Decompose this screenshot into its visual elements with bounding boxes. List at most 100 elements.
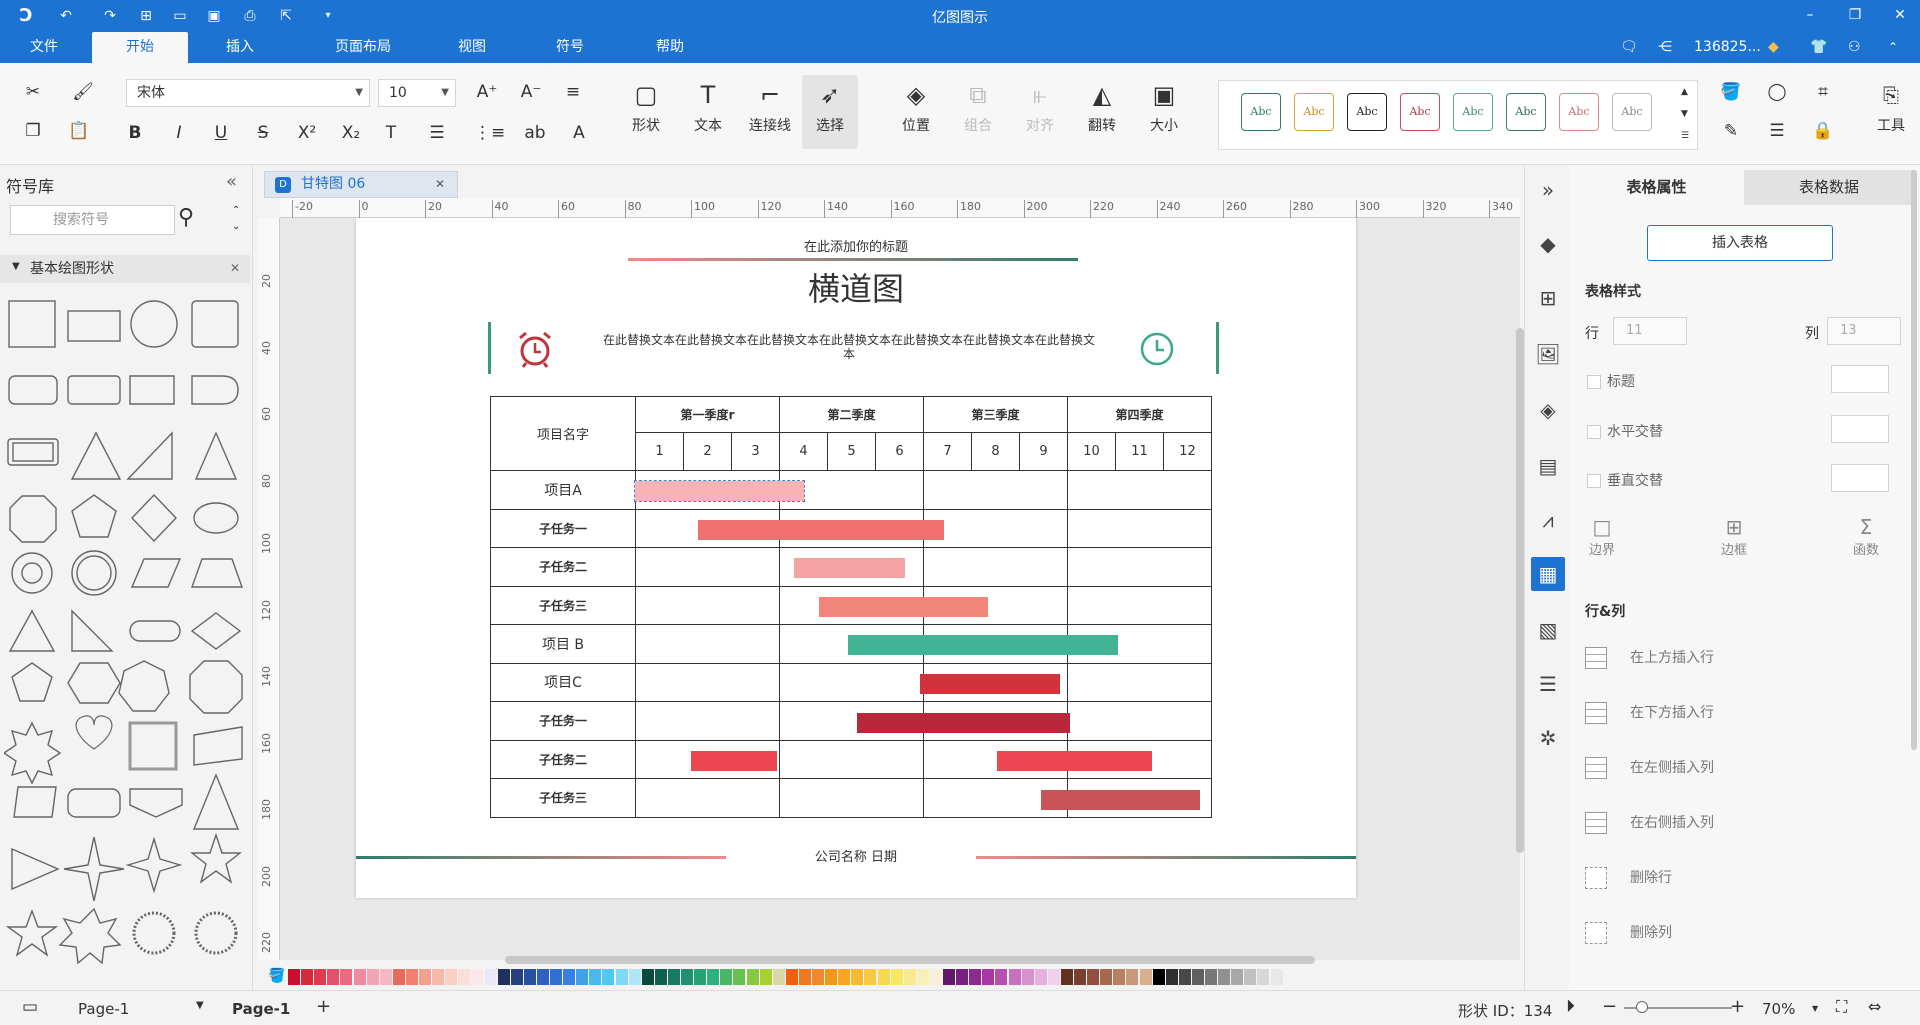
color-swatch[interactable] [1218, 969, 1231, 985]
month-cell[interactable]: 11 [1115, 432, 1164, 471]
style-preset-5[interactable]: Abc [1453, 93, 1493, 131]
select-tool[interactable]: ➶ 选择 [802, 75, 858, 149]
font-color-icon[interactable]: A [566, 120, 592, 146]
restore-icon[interactable]: ❐ [1843, 4, 1867, 26]
color-swatch[interactable] [1191, 969, 1204, 985]
cut-icon[interactable]: ✂ [20, 79, 46, 105]
gantt-cell[interactable] [1067, 547, 1212, 587]
quarter-header[interactable]: 第四季度 [1067, 396, 1212, 433]
gantt-cell[interactable] [1067, 585, 1212, 625]
color-swatch[interactable] [327, 969, 340, 985]
color-swatch[interactable] [1087, 969, 1100, 985]
footer-text[interactable]: 公司名称 日期 [356, 846, 1356, 865]
color-swatch[interactable] [523, 969, 536, 985]
color-swatch[interactable] [1244, 969, 1257, 985]
color-swatch[interactable] [916, 969, 929, 985]
shape-tool[interactable]: ▢ 形状 [618, 75, 674, 149]
color-swatch[interactable] [628, 969, 641, 985]
color-swatch[interactable] [1178, 969, 1191, 985]
row-label-cell[interactable]: 子任务三 [490, 585, 636, 625]
color-swatch[interactable] [445, 969, 458, 985]
collapse-ribbon-icon[interactable]: ⌃ [1888, 32, 1898, 63]
dropdown-arrow-icon[interactable]: ▼ [441, 80, 449, 106]
gantt-bar-6[interactable] [857, 712, 1070, 733]
alarm-clock-icon[interactable] [516, 330, 554, 368]
gantt-cell[interactable] [635, 547, 780, 587]
gantt-cell[interactable] [1067, 470, 1212, 510]
gantt-cell[interactable] [923, 547, 1068, 587]
close-category-icon[interactable]: ✕ [230, 261, 240, 275]
color-swatch[interactable] [1270, 969, 1283, 985]
color-swatch[interactable] [340, 969, 353, 985]
gantt-bar-9[interactable] [1040, 789, 1201, 810]
row-label-cell[interactable]: 项目A [490, 470, 636, 510]
format-panel-icon[interactable]: ☰ [1531, 667, 1565, 701]
tab-table-data[interactable]: 表格数据 [1744, 170, 1914, 205]
edge-button[interactable]: □ 边界 [1579, 515, 1625, 558]
function-button[interactable]: Σ 函数 [1843, 515, 1889, 558]
quarter-header[interactable]: 第三季度 [923, 396, 1068, 433]
link-panel-icon[interactable]: ✲ [1531, 721, 1565, 755]
text-tool[interactable]: T 文本 [680, 75, 736, 149]
format-painter-icon[interactable]: 🖌 [70, 79, 96, 105]
group-tool[interactable]: ⧉ 组合 [950, 75, 1006, 149]
color-swatch[interactable] [707, 969, 720, 985]
month-cell[interactable]: 1 [635, 432, 684, 471]
apps-icon[interactable]: ⚇ [1848, 32, 1861, 63]
gantt-bar-8[interactable] [997, 751, 1152, 772]
delete-row-button[interactable]: 删除行 [1585, 863, 1672, 893]
vip-icon[interactable]: ◆ [1768, 32, 1779, 63]
hcross-checkbox[interactable] [1587, 425, 1601, 439]
position-tool[interactable]: ◈ 位置 [888, 75, 944, 149]
row-label-cell[interactable]: 子任务二 [490, 547, 636, 587]
color-swatch[interactable] [471, 969, 484, 985]
fit-page-icon[interactable]: ⛶ [1836, 997, 1847, 1017]
month-cell[interactable]: 8 [971, 432, 1020, 471]
month-cell[interactable]: 12 [1163, 432, 1212, 471]
shrink-font-icon[interactable]: A⁻ [518, 79, 544, 105]
frame-button[interactable]: ⊞ 边框 [1711, 515, 1757, 558]
line-style-icon[interactable]: ☰ [1764, 118, 1790, 144]
month-cell[interactable]: 10 [1067, 432, 1116, 471]
color-swatch[interactable] [353, 969, 366, 985]
menu-page-layout[interactable]: 页面布局 [318, 32, 408, 63]
insert-row-below-button[interactable]: 在下方插入行 [1585, 698, 1714, 728]
zoom-dropdown-icon[interactable]: ▼ [1812, 1004, 1818, 1013]
subscript-icon[interactable]: X₂ [338, 120, 364, 146]
delete-col-button[interactable]: 删除列 [1585, 918, 1672, 948]
color-swatch[interactable] [405, 969, 418, 985]
data-panel-icon[interactable]: ▧ [1531, 613, 1565, 647]
grid-panel-icon[interactable]: ⊞ [1531, 281, 1565, 315]
table-panel-icon[interactable]: ▦ [1531, 557, 1565, 591]
close-icon[interactable]: ✕ [1888, 4, 1912, 26]
gantt-bar-2[interactable] [794, 558, 906, 579]
color-palette[interactable]: 🪣 [258, 966, 1520, 988]
scroll-up-icon[interactable]: ⌃ [232, 205, 240, 216]
lock-icon[interactable]: 🔒 [1810, 118, 1836, 144]
gantt-bar-3[interactable] [818, 596, 988, 617]
color-swatch[interactable] [615, 969, 628, 985]
gantt-cell[interactable] [635, 662, 780, 702]
color-swatch[interactable] [1060, 969, 1073, 985]
gallery-more-icon[interactable]: ☰ [1681, 131, 1689, 141]
menu-file[interactable]: 文件 [14, 32, 74, 63]
gantt-bar-0[interactable] [633, 480, 806, 502]
menu-insert[interactable]: 插入 [210, 32, 270, 63]
color-swatch[interactable] [536, 969, 549, 985]
color-swatch[interactable] [1047, 969, 1060, 985]
insert-col-left-button[interactable]: 在左侧插入列 [1585, 753, 1714, 783]
color-swatch[interactable] [929, 969, 942, 985]
insert-col-right-button[interactable]: 在右侧插入列 [1585, 808, 1714, 838]
row-label-cell[interactable]: 项目C [490, 662, 636, 702]
align-tool[interactable]: ⫦ 对齐 [1012, 75, 1068, 149]
tools-button[interactable]: ⎘ 工具 [1866, 75, 1916, 149]
fill-bucket-icon[interactable]: 🪣 [268, 968, 285, 984]
crop-icon[interactable]: ⌗ [1810, 79, 1836, 105]
dropdown-arrow-icon[interactable]: ▼ [355, 80, 363, 106]
color-swatch[interactable] [602, 969, 615, 985]
color-swatch[interactable] [982, 969, 995, 985]
text-style-icon[interactable]: T [378, 120, 404, 146]
tab-gantt-06[interactable]: D 甘特图 06 ✕ [264, 171, 458, 198]
diagram-title[interactable]: 横道图 [356, 264, 1356, 310]
bullets-icon[interactable]: ⋮≡ [474, 120, 505, 146]
